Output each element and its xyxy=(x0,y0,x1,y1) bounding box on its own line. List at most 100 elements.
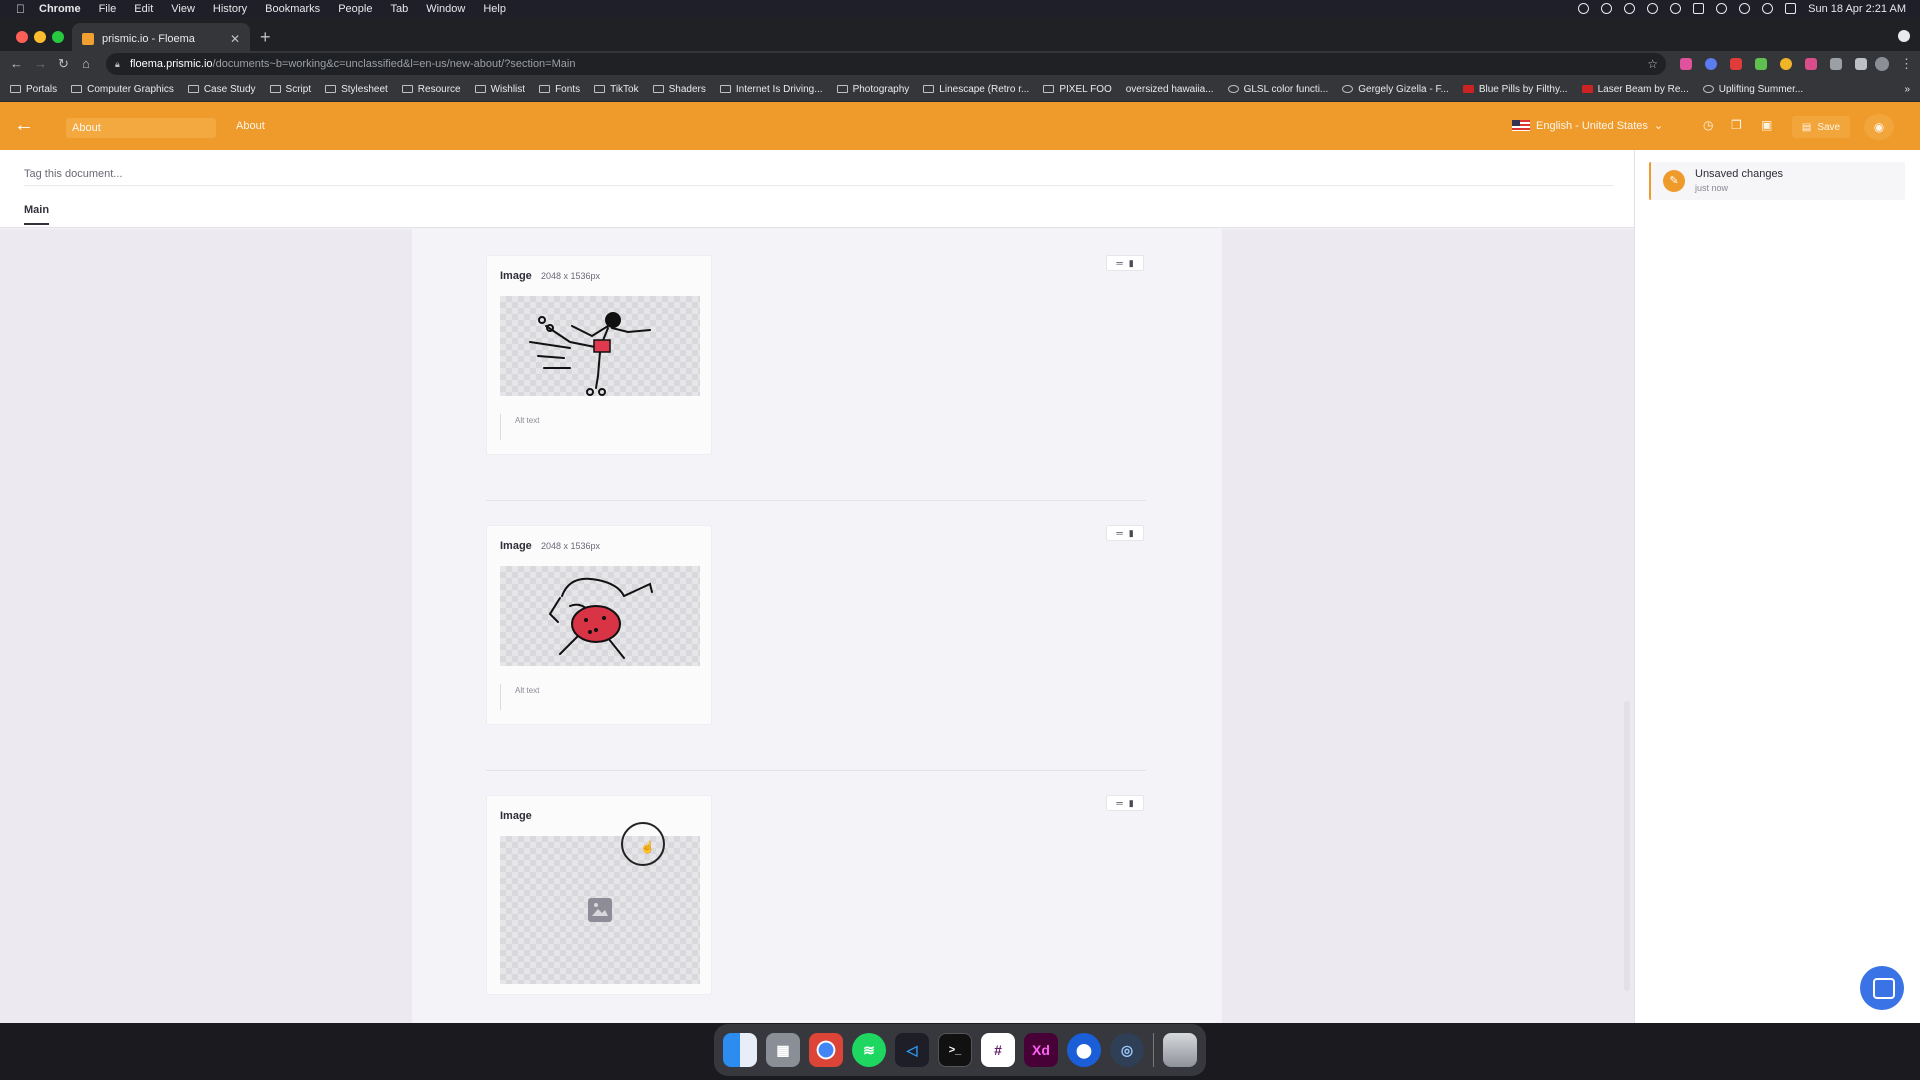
apple-menu-icon[interactable]:  xyxy=(16,2,25,16)
location-pin-icon[interactable]: ⬤ xyxy=(1067,1033,1101,1067)
menu-people[interactable]: People xyxy=(338,3,372,15)
bookmark-folder[interactable]: Wishlist xyxy=(474,84,525,95)
menu-help[interactable]: Help xyxy=(483,3,506,15)
cloud-status-icon[interactable] xyxy=(1624,3,1636,14)
quicktime-icon[interactable]: ◎ xyxy=(1110,1033,1144,1067)
bookmark-folder[interactable]: Fonts xyxy=(539,84,580,95)
password-manager-icon[interactable] xyxy=(1647,3,1659,14)
finder-icon[interactable] xyxy=(723,1033,757,1067)
bookmarks-overflow-button[interactable]: » xyxy=(1904,84,1910,95)
launchpad-icon[interactable]: ▦ xyxy=(766,1033,800,1067)
record-status-icon[interactable] xyxy=(1578,3,1590,14)
archive-icon[interactable]: ▣ xyxy=(1761,118,1772,132)
bookmark-link[interactable]: PIXEL FOO xyxy=(1043,84,1112,95)
reload-icon[interactable]: ↻ xyxy=(58,56,69,72)
trash-icon[interactable]: ▮ xyxy=(1129,798,1134,809)
tab-close-icon[interactable]: ✕ xyxy=(230,32,240,46)
bookmark-link[interactable]: Laser Beam by Re... xyxy=(1581,84,1689,95)
battery-icon[interactable] xyxy=(1693,3,1705,14)
image-upload-dropzone[interactable] xyxy=(500,836,700,984)
menu-bookmarks[interactable]: Bookmarks xyxy=(265,3,320,15)
support-chat-icon[interactable] xyxy=(1860,966,1904,1010)
alt-text-input[interactable]: Alt text xyxy=(500,684,539,710)
content-scrollbar[interactable] xyxy=(1624,701,1630,991)
tab-main[interactable]: Main xyxy=(24,204,50,225)
bookmark-folder[interactable]: Photography xyxy=(836,84,909,95)
window-zoom-button[interactable] xyxy=(52,31,64,43)
creative-cloud-icon[interactable] xyxy=(1601,3,1613,14)
bookmark-folder[interactable]: TikTok xyxy=(594,84,639,95)
alt-text-input[interactable]: Alt text xyxy=(500,414,539,440)
image-thumbnail[interactable] xyxy=(500,566,700,666)
tab-search-icon[interactable] xyxy=(1898,30,1910,42)
menu-file[interactable]: File xyxy=(99,3,117,15)
bookmark-link[interactable]: Blue Pills by Filthy... xyxy=(1462,84,1568,95)
extension-green-icon[interactable] xyxy=(1755,58,1767,70)
extension-badge-icon[interactable] xyxy=(1805,58,1817,70)
save-button[interactable]: ▤ Save xyxy=(1792,116,1850,138)
play-status-icon[interactable] xyxy=(1670,3,1682,14)
control-center-icon[interactable] xyxy=(1785,3,1797,14)
menu-edit[interactable]: Edit xyxy=(134,3,153,15)
tag-document-input[interactable]: Tag this document... xyxy=(24,164,1614,186)
drag-handle-icon[interactable]: ═ xyxy=(1116,798,1122,808)
spotify-icon[interactable]: ≋ xyxy=(852,1033,886,1067)
menu-view[interactable]: View xyxy=(171,3,195,15)
bookmark-folder[interactable]: Resource xyxy=(401,84,461,95)
address-bar[interactable]: 🔒︎ floema.prismic.io/documents~b=working… xyxy=(106,53,1666,75)
extension-pink-icon[interactable] xyxy=(1680,58,1692,70)
extension-red-icon[interactable] xyxy=(1730,58,1742,70)
spotlight-search-icon[interactable] xyxy=(1762,3,1774,14)
bookmark-folder[interactable]: Shaders xyxy=(652,84,706,95)
bookmark-folder[interactable]: Computer Graphics xyxy=(71,84,174,95)
trash-icon[interactable]: ▮ xyxy=(1129,528,1134,539)
bookmark-folder[interactable]: Script xyxy=(269,84,311,95)
trash-icon[interactable]: ▮ xyxy=(1129,258,1134,269)
vscode-icon[interactable]: ◁ xyxy=(895,1033,929,1067)
bookmark-folder[interactable]: Stylesheet xyxy=(325,84,388,95)
wifi-icon[interactable] xyxy=(1739,3,1751,14)
bookmark-folder[interactable]: Portals xyxy=(10,84,57,95)
new-tab-plus-icon[interactable]: + xyxy=(260,27,271,48)
lock-icon[interactable]: 🔒︎ xyxy=(115,59,120,70)
bookmark-star-icon[interactable]: ☆ xyxy=(1647,57,1658,71)
extension-shield-icon[interactable] xyxy=(1830,58,1842,70)
system-clock[interactable]: Sun 18 Apr 2:21 AM xyxy=(1808,3,1906,15)
preview-eye-button[interactable]: ◉ xyxy=(1864,114,1894,140)
slack-icon[interactable]: # xyxy=(981,1033,1015,1067)
drag-handle-icon[interactable]: ═ xyxy=(1116,528,1122,538)
home-icon[interactable]: ⌂ xyxy=(82,56,90,71)
browser-menu-icon[interactable]: ⋮ xyxy=(1900,56,1913,72)
bookmark-link[interactable]: Uplifting Summer... xyxy=(1702,84,1803,95)
profile-avatar[interactable] xyxy=(1875,57,1889,71)
window-minimize-button[interactable] xyxy=(34,31,46,43)
menu-window[interactable]: Window xyxy=(426,3,465,15)
bookmark-folder[interactable]: Internet Is Driving... xyxy=(719,84,823,95)
menu-history[interactable]: History xyxy=(213,3,247,15)
drag-handle-icon[interactable]: ═ xyxy=(1116,258,1122,268)
adobe-xd-icon[interactable]: Xd xyxy=(1024,1033,1058,1067)
back-icon[interactable]: ← xyxy=(10,56,23,71)
image-thumbnail[interactable] xyxy=(500,296,700,396)
chrome-icon[interactable] xyxy=(809,1033,843,1067)
history-icon[interactable]: ◷ xyxy=(1703,118,1713,132)
bookmark-link[interactable]: Linescape (Retro r... xyxy=(923,84,1029,95)
terminal-icon[interactable]: >_ xyxy=(938,1033,972,1067)
menu-app-name[interactable]: Chrome xyxy=(39,3,81,15)
forward-icon[interactable]: → xyxy=(34,56,47,71)
window-close-button[interactable] xyxy=(16,31,28,43)
bookmark-folder[interactable]: Case Study xyxy=(187,84,256,95)
locale-selector[interactable]: English - United States ⌄ xyxy=(1512,119,1663,132)
trash-bin-icon[interactable] xyxy=(1163,1033,1197,1067)
duplicate-icon[interactable]: ❐ xyxy=(1731,118,1742,132)
extension-1password-icon[interactable] xyxy=(1705,58,1717,70)
back-arrow-icon[interactable]: ← xyxy=(14,114,34,137)
bluetooth-icon[interactable] xyxy=(1716,3,1728,14)
extension-yellow-icon[interactable] xyxy=(1780,58,1792,70)
document-title-input[interactable]: About xyxy=(66,118,216,138)
menu-tab[interactable]: Tab xyxy=(390,3,408,15)
extensions-puzzle-icon[interactable] xyxy=(1855,58,1867,70)
bookmark-link[interactable]: oversized hawaiia... xyxy=(1126,84,1214,95)
bookmark-link[interactable]: Gergely Gizella - F... xyxy=(1342,84,1449,95)
bookmark-link[interactable]: GLSL color functi... xyxy=(1227,84,1328,95)
